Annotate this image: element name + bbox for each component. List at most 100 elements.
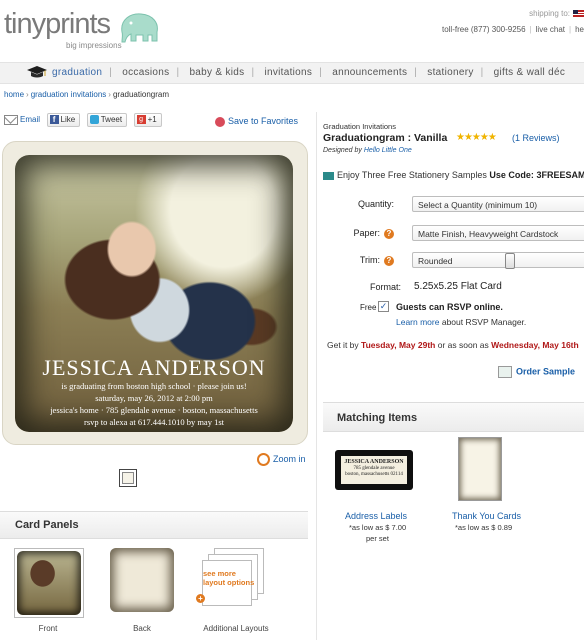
- save-to-favorites-button[interactable]: Save to Favorites: [215, 116, 298, 127]
- nav-baby-kids[interactable]: baby & kids: [189, 67, 244, 78]
- nav-invitations[interactable]: invitations: [264, 67, 312, 78]
- facebook-icon: f: [49, 115, 59, 124]
- samples-code: 3FREESAM: [536, 170, 584, 180]
- learn-more-link[interactable]: Learn more: [396, 317, 439, 327]
- matching-items-header: Matching Items: [323, 402, 584, 432]
- rsvp-checkbox[interactable]: ✓: [378, 301, 389, 312]
- paper-select[interactable]: Matte Finish, Heavyweight Cardstock: [412, 225, 584, 241]
- favorites-label: Save to Favorites: [228, 116, 299, 126]
- zoom-label: Zoom in: [273, 453, 306, 464]
- sample-card-icon: [498, 366, 512, 378]
- email-share-button[interactable]: Email: [4, 115, 40, 125]
- logo-tagline: big impressions: [66, 41, 122, 50]
- format-label: Format:: [370, 282, 402, 292]
- breadcrumb-home[interactable]: home: [4, 90, 24, 99]
- nav-occasions[interactable]: occasions: [122, 67, 169, 78]
- samples-code-label: Use Code:: [489, 170, 534, 180]
- designer-link[interactable]: Hello Little One: [364, 147, 412, 154]
- label-preview-line-1: 785 glendale avenue: [353, 466, 395, 471]
- shipping-to[interactable]: shipping to:: [529, 9, 584, 18]
- live-chat-link[interactable]: live chat: [536, 25, 565, 34]
- tweet-button[interactable]: Tweet: [86, 113, 128, 127]
- reviews-link[interactable]: (1 Reviews): [512, 133, 560, 143]
- twitter-icon: [89, 115, 99, 124]
- shipping-label: shipping to:: [529, 9, 570, 18]
- zoom-icon: [257, 453, 270, 466]
- graduation-cap-icon: [27, 66, 47, 78]
- learn-more-line: Learn more about RSVP Manager.: [396, 317, 526, 327]
- address-labels-price: *as low as $ 7.00: [349, 523, 407, 532]
- panel-back-thumbnail[interactable]: [110, 548, 174, 612]
- delivery-date-1: Tuesday, May 29th: [361, 340, 436, 350]
- order-sample-label: Order Sample: [516, 366, 576, 377]
- trim-value: Rounded: [418, 256, 453, 266]
- order-sample-button[interactable]: Order Sample: [498, 366, 575, 378]
- free-samples-promo: Enjoy Three Free Stationery Samples Use …: [323, 170, 584, 180]
- card-line-1: is graduating from boston high school · …: [61, 381, 247, 391]
- breadcrumb: home › graduation invitations › graduationgr…: [4, 90, 170, 99]
- nav-gifts-wall-decor[interactable]: gifts & wall déc: [494, 67, 566, 78]
- nav-graduation[interactable]: graduation: [52, 67, 102, 78]
- rsvp-text: Guests can RSVP online.: [396, 302, 503, 312]
- designed-by-label: Designed by: [323, 147, 362, 154]
- product-category: Graduation Invitations: [323, 122, 396, 131]
- tweet-label: Tweet: [100, 115, 123, 124]
- panel-more-label: Additional Layouts: [203, 624, 269, 633]
- google-plus-one-button[interactable]: g +1: [133, 113, 162, 127]
- card-preview-image[interactable]: JESSICA ANDERSON is graduating from bost…: [15, 155, 293, 432]
- label-preview-line-2: boston, massachusetts 02114: [345, 472, 403, 477]
- card-line-2: saturday, may 26, 2012 at 2:00 pm: [95, 393, 213, 403]
- front-thumbnail-image: [17, 551, 81, 615]
- tinyprints-logo[interactable]: tinyprints big impressions: [4, 8, 158, 50]
- share-bar: Email f Like Tweet g +1: [4, 113, 166, 127]
- trim-slider-handle[interactable]: [505, 253, 515, 269]
- contact-bar: toll-free (877) 300-9256 | live chat | he: [441, 25, 584, 34]
- main-nav: graduation | occasions | baby & kids | invi…: [0, 62, 584, 84]
- paper-label: Paper:?: [353, 228, 394, 239]
- card-panels-header: Card Panels: [0, 511, 308, 539]
- trim-label: Trim:?: [360, 255, 394, 266]
- preview-thumbnail-selector[interactable]: [119, 469, 137, 487]
- quantity-select[interactable]: Select a Quantity (minimum 10): [412, 196, 584, 212]
- card-line-3: jessica's home · 785 glendale avenue · b…: [50, 405, 258, 415]
- nav-stationery[interactable]: stationery: [427, 67, 473, 78]
- breadcrumb-graduation-invitations[interactable]: graduation invitations: [31, 90, 107, 99]
- address-labels-thumbnail[interactable]: JESSICA ANDERSON 785 glendale avenue bosto…: [335, 450, 413, 490]
- delivery-estimate: Get it by Tuesday, May 29th or as soon a…: [327, 340, 579, 350]
- thank-you-cards-price: *as low as $ 0.89: [455, 523, 513, 532]
- additional-layouts-thumbnail[interactable]: see more layout options +: [196, 548, 268, 616]
- phone-number: toll-free (877) 300-9256: [441, 25, 526, 34]
- zoom-in-button[interactable]: Zoom in: [257, 453, 306, 466]
- designer-credit: Designed by Hello Little One: [323, 147, 412, 154]
- quantity-label: Quantity:: [357, 199, 394, 209]
- us-flag-icon: [573, 10, 584, 18]
- panel-back-label: Back: [133, 624, 151, 633]
- heart-icon: [215, 116, 225, 127]
- trim-help-icon[interactable]: ?: [384, 255, 394, 266]
- elephant-logo-icon: [121, 13, 158, 43]
- panel-front-label: Front: [38, 624, 58, 633]
- address-labels-link[interactable]: Address Labels: [345, 511, 407, 521]
- breadcrumb-current: graduationgram: [112, 90, 170, 99]
- samples-text: Enjoy Three Free Stationery Samples: [337, 170, 487, 180]
- card-line-4: rsvp to alexa at 617.444.1010 by may 1st: [84, 417, 224, 427]
- free-label: Free: [360, 303, 377, 312]
- column-divider: [316, 112, 317, 640]
- trim-select[interactable]: Rounded: [412, 252, 584, 269]
- thank-you-cards-link[interactable]: Thank You Cards: [452, 511, 521, 521]
- google-plus-icon: g: [136, 115, 146, 124]
- like-label: Like: [60, 115, 76, 124]
- facebook-like-button[interactable]: f Like: [46, 113, 81, 127]
- panel-front-thumbnail[interactable]: [14, 548, 84, 618]
- rating-stars-icon: ★★★★★: [456, 132, 497, 143]
- thank-you-cards-thumbnail[interactable]: [458, 437, 502, 501]
- format-value: 5.25x5.25 Flat Card: [414, 281, 502, 292]
- paper-help-icon[interactable]: ?: [384, 228, 394, 239]
- envelope-icon: [4, 115, 18, 125]
- delivery-date-2: Wednesday, May 16th: [491, 340, 579, 350]
- nav-announcements[interactable]: announcements: [332, 67, 407, 78]
- learn-more-suffix: about RSVP Manager.: [441, 317, 527, 327]
- see-more-layouts-link[interactable]: see more layout options: [203, 569, 259, 587]
- help-link[interactable]: he: [575, 25, 584, 34]
- card-panels-title: Card Panels: [15, 519, 79, 531]
